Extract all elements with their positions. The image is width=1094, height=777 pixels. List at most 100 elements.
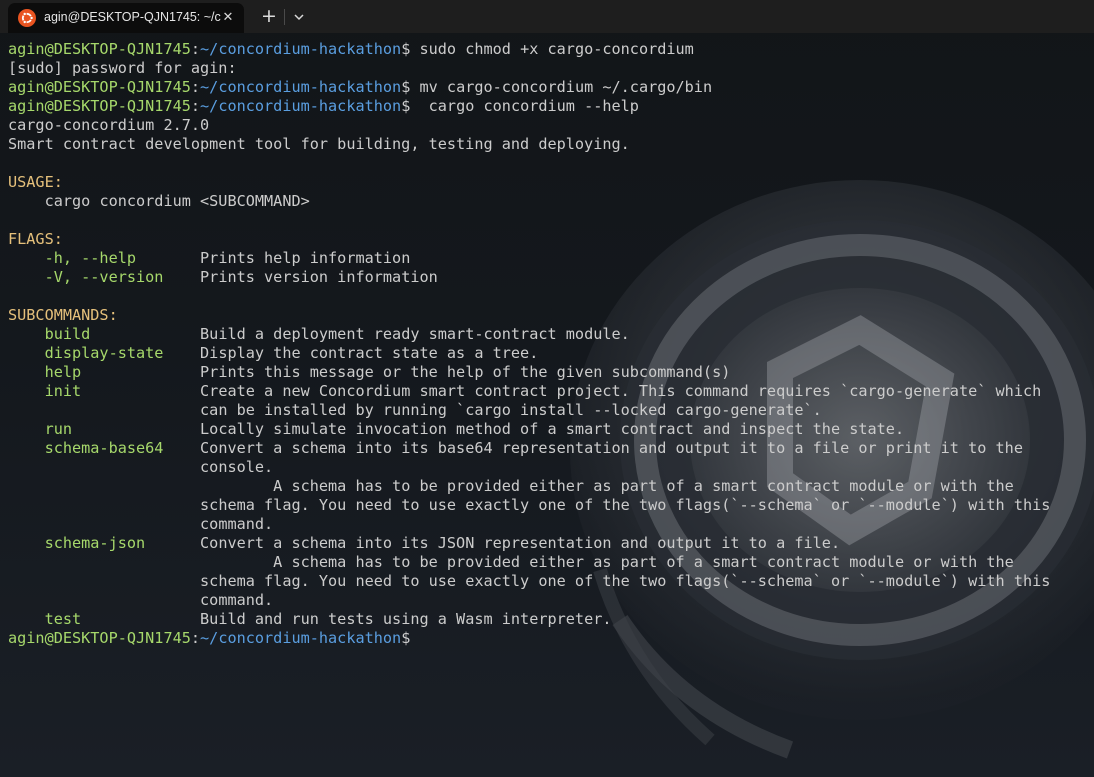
- command-text: mv cargo-concordium ~/.cargo/bin: [410, 78, 713, 96]
- prompt-user: agin@DESKTOP-QJN1745: [8, 40, 191, 58]
- usage-heading: USAGE:: [8, 173, 63, 191]
- subcommand-row: A schema has to be provided either as pa…: [8, 553, 1050, 572]
- prompt-separator: :: [190, 97, 201, 115]
- subcommand-description: A schema has to be provided either as pa…: [200, 553, 1014, 571]
- section-heading: USAGE:: [8, 173, 1050, 192]
- ubuntu-icon: [18, 9, 36, 27]
- tab-title: agin@DESKTOP-QJN1745: ~/c: [44, 10, 221, 24]
- subcommand-row: display-state Display the contract state…: [8, 344, 1050, 363]
- plus-icon[interactable]: +: [258, 6, 280, 28]
- subcommand-description: command.: [200, 591, 274, 609]
- subcommand-description: command.: [200, 515, 274, 533]
- subcommand-row: A schema has to be provided either as pa…: [8, 477, 1050, 496]
- subcommand-row: schema flag. You need to use exactly one…: [8, 496, 1050, 515]
- subcommand-description: schema flag. You need to use exactly one…: [200, 572, 1051, 590]
- terminal-output[interactable]: agin@DESKTOP-QJN1745:~/concordium-hackat…: [8, 40, 1050, 648]
- subcommand-name: run: [8, 420, 201, 438]
- subcommand-description: Locally simulate invocation method of a …: [200, 420, 905, 438]
- prompt-user: agin@DESKTOP-QJN1745: [8, 97, 191, 115]
- usage-text: cargo concordium <SUBCOMMAND>: [44, 192, 310, 210]
- subcommand-name: build: [8, 325, 201, 343]
- subcommand-description: Create a new Concordium smart contract p…: [200, 382, 1042, 400]
- subcommand-description: Build and run tests using a Wasm interpr…: [200, 610, 612, 628]
- prompt-user: agin@DESKTOP-QJN1745: [8, 629, 191, 647]
- flag-name: -V, --version: [8, 268, 201, 286]
- flag-row: -h, --help Prints help information: [8, 249, 1050, 268]
- output-line: cargo-concordium 2.7.0: [8, 116, 1050, 135]
- chevron-down-icon[interactable]: [290, 7, 308, 27]
- subcommand-name: test: [8, 610, 201, 628]
- command-text: cargo concordium --help: [410, 97, 639, 115]
- subcommand-description: Prints this message or the help of the g…: [200, 363, 731, 381]
- prompt-separator: :: [190, 40, 201, 58]
- section-heading: FLAGS:: [8, 230, 1050, 249]
- subcommand-row: test Build and run tests using a Wasm in…: [8, 610, 1050, 629]
- command-text: sudo chmod +x cargo-concordium: [410, 40, 694, 58]
- subcommand-description: Convert a schema into its JSON represent…: [200, 534, 841, 552]
- subcommand-description: Build a deployment ready smart-contract …: [200, 325, 630, 343]
- prompt-symbol: $: [401, 78, 411, 96]
- flag-description: Prints version information: [200, 268, 438, 286]
- prompt-path: ~/concordium-hackathon: [200, 629, 402, 647]
- flag-row: -V, --version Prints version information: [8, 268, 1050, 287]
- section-heading: SUBCOMMANDS:: [8, 306, 1050, 325]
- subcommand-row: command.: [8, 591, 1050, 610]
- prompt-user: agin@DESKTOP-QJN1745: [8, 78, 191, 96]
- subcommand-row: schema flag. You need to use exactly one…: [8, 572, 1050, 591]
- subcommand-row: can be installed by running `cargo insta…: [8, 401, 1050, 420]
- terminal-cursor: [410, 629, 419, 646]
- prompt-separator: :: [190, 629, 201, 647]
- tab-bar: agin@DESKTOP-QJN1745: ~/c ✕ +: [0, 0, 1094, 33]
- prompt-line: agin@DESKTOP-QJN1745:~/concordium-hackat…: [8, 40, 1050, 59]
- subcommand-description: Display the contract state as a tree.: [200, 344, 539, 362]
- prompt-symbol: $: [401, 629, 411, 647]
- subcommand-name: init: [8, 382, 201, 400]
- prompt-path: ~/concordium-hackathon: [200, 40, 402, 58]
- prompt-path: ~/concordium-hackathon: [200, 97, 402, 115]
- close-icon[interactable]: ✕: [218, 8, 238, 28]
- usage-line: cargo concordium <SUBCOMMAND>: [8, 192, 1050, 211]
- subcommand-name: display-state: [8, 344, 201, 362]
- subcommand-row: build Build a deployment ready smart-con…: [8, 325, 1050, 344]
- about-text: Smart contract development tool for buil…: [8, 135, 630, 153]
- sudo-password-prompt: [sudo] password for agin:: [8, 59, 237, 77]
- terminal-tab[interactable]: agin@DESKTOP-QJN1745: ~/c ✕: [8, 3, 244, 33]
- output-line: Smart contract development tool for buil…: [8, 135, 1050, 154]
- prompt-symbol: $: [401, 97, 411, 115]
- subcommand-row: schema-json Convert a schema into its JS…: [8, 534, 1050, 553]
- subcommand-description: schema flag. You need to use exactly one…: [200, 496, 1051, 514]
- subcommand-row: init Create a new Concordium smart contr…: [8, 382, 1050, 401]
- prompt-path: ~/concordium-hackathon: [200, 78, 402, 96]
- terminal-window: agin@DESKTOP-QJN1745: ~/c ✕ + agin@DESKT…: [0, 0, 1094, 777]
- subcommand-row: help Prints this message or the help of …: [8, 363, 1050, 382]
- subcommand-name: schema-json: [8, 534, 201, 552]
- prompt-line: agin@DESKTOP-QJN1745:~/concordium-hackat…: [8, 629, 1050, 648]
- prompt-symbol: $: [401, 40, 411, 58]
- subcommands-heading: SUBCOMMANDS:: [8, 306, 118, 324]
- prompt-line: agin@DESKTOP-QJN1745:~/concordium-hackat…: [8, 97, 1050, 116]
- prompt-line: agin@DESKTOP-QJN1745:~/concordium-hackat…: [8, 78, 1050, 97]
- prompt-separator: :: [190, 78, 201, 96]
- subcommand-row: run Locally simulate invocation method o…: [8, 420, 1050, 439]
- flag-name: -h, --help: [8, 249, 201, 267]
- subcommand-description: can be installed by running `cargo insta…: [200, 401, 822, 419]
- tab-separator: [284, 9, 285, 25]
- subcommand-name: schema-base64: [8, 439, 201, 457]
- subcommand-row: schema-base64 Convert a schema into its …: [8, 439, 1050, 458]
- flag-description: Prints help information: [200, 249, 411, 267]
- subcommand-name: help: [8, 363, 201, 381]
- version-line: cargo-concordium 2.7.0: [8, 116, 210, 134]
- subcommand-description: Convert a schema into its base64 represe…: [200, 439, 1023, 457]
- subcommand-row: command.: [8, 515, 1050, 534]
